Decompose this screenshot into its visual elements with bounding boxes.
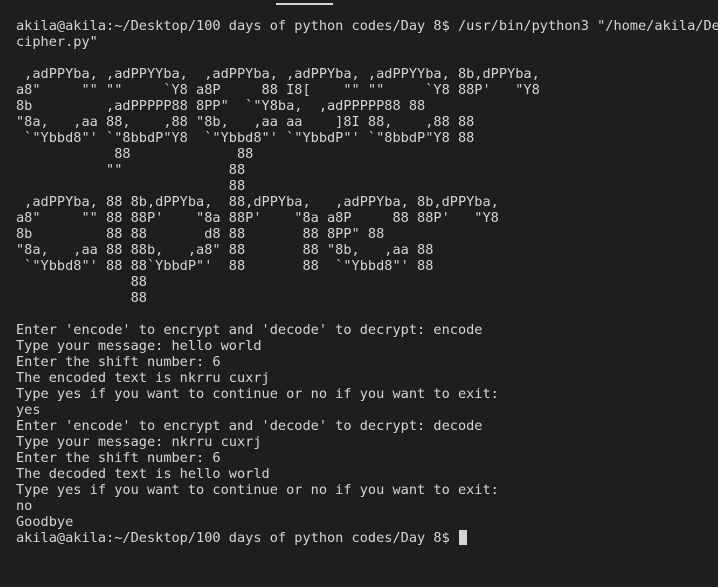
art-line: ,adPPYba, 88 8b,dPPYba, 88,dPPYba, ,adPP… xyxy=(16,194,499,210)
output-line: The decoded text is hello world xyxy=(16,466,270,482)
art-line: 88 xyxy=(16,178,246,194)
ascii-art-logo: ,adPPYba, ,adPPYYba, ,adPPYba, ,adPPYba,… xyxy=(16,66,718,306)
art-line: 88 xyxy=(16,290,147,306)
art-line: 8b ,adPPPPP88 8PP" `"Y8ba, ,adPPPPP88 88 xyxy=(16,98,426,114)
output-line: Type your message: hello world xyxy=(16,338,262,354)
art-line: 88 xyxy=(16,274,147,290)
art-line: "8a, ,aa 88, ,88 "8b, ,aa aa ]8I 88, ,88… xyxy=(16,114,475,130)
output-line: Enter 'encode' to encrypt and 'decode' t… xyxy=(16,322,483,338)
text-cursor xyxy=(458,530,467,545)
output-line: Type yes if you want to continue or no i… xyxy=(16,482,499,498)
command-line: akila@akila:~/Desktop/100 days of python… xyxy=(16,18,718,34)
output-line: yes xyxy=(16,402,41,418)
output-line: Goodbye xyxy=(16,514,74,530)
terminal-output[interactable]: akila@akila:~/Desktop/100 days of python… xyxy=(16,18,718,546)
output-line: no xyxy=(16,498,33,514)
art-line: 88 88 xyxy=(16,146,254,162)
art-line: `"Ybbd8"' `"8bbdP"Y8 `"Ybbd8"' `"YbbdP"'… xyxy=(16,130,475,146)
art-line: "8a, ,aa 88 88b, ,a8" 88 88 "8b, ,aa 88 xyxy=(16,242,434,258)
art-line: `"Ybbd8"' 88 88`YbbdP"' 88 88 `"Ybbd8"' … xyxy=(16,258,434,274)
terminal-window[interactable]: akila@akila:~/Desktop/100 days of python… xyxy=(0,0,718,587)
art-line: "" 88 xyxy=(16,162,246,178)
output-line: Enter the shift number: 6 xyxy=(16,354,221,370)
output-line: Enter 'encode' to encrypt and 'decode' t… xyxy=(16,418,483,434)
output-line: The encoded text is nkrru cuxrj xyxy=(16,370,270,386)
output-line: Type your message: nkrru cuxrj xyxy=(16,434,262,450)
session-output: Enter 'encode' to encrypt and 'decode' t… xyxy=(16,322,718,530)
command-line-wrap: cipher.py" xyxy=(16,34,98,50)
output-line: Type yes if you want to continue or no i… xyxy=(16,386,499,402)
shell-prompt: akila@akila:~/Desktop/100 days of python… xyxy=(16,530,458,546)
shell-prompt-line[interactable]: akila@akila:~/Desktop/100 days of python… xyxy=(16,530,718,546)
scroll-indicator xyxy=(276,3,333,5)
art-line: a8" "" 88 88P' "8a 88P' "8a a8P 88 88P' … xyxy=(16,210,499,226)
art-line: ,adPPYba, ,adPPYYba, ,adPPYba, ,adPPYba,… xyxy=(16,66,540,82)
art-line: 8b 88 88 d8 88 88 8PP" 88 xyxy=(16,226,385,242)
output-line: Enter the shift number: 6 xyxy=(16,450,221,466)
art-line: a8" "" "" `Y8 a8P 88 I8[ "" "" `Y8 88P' … xyxy=(16,82,540,98)
